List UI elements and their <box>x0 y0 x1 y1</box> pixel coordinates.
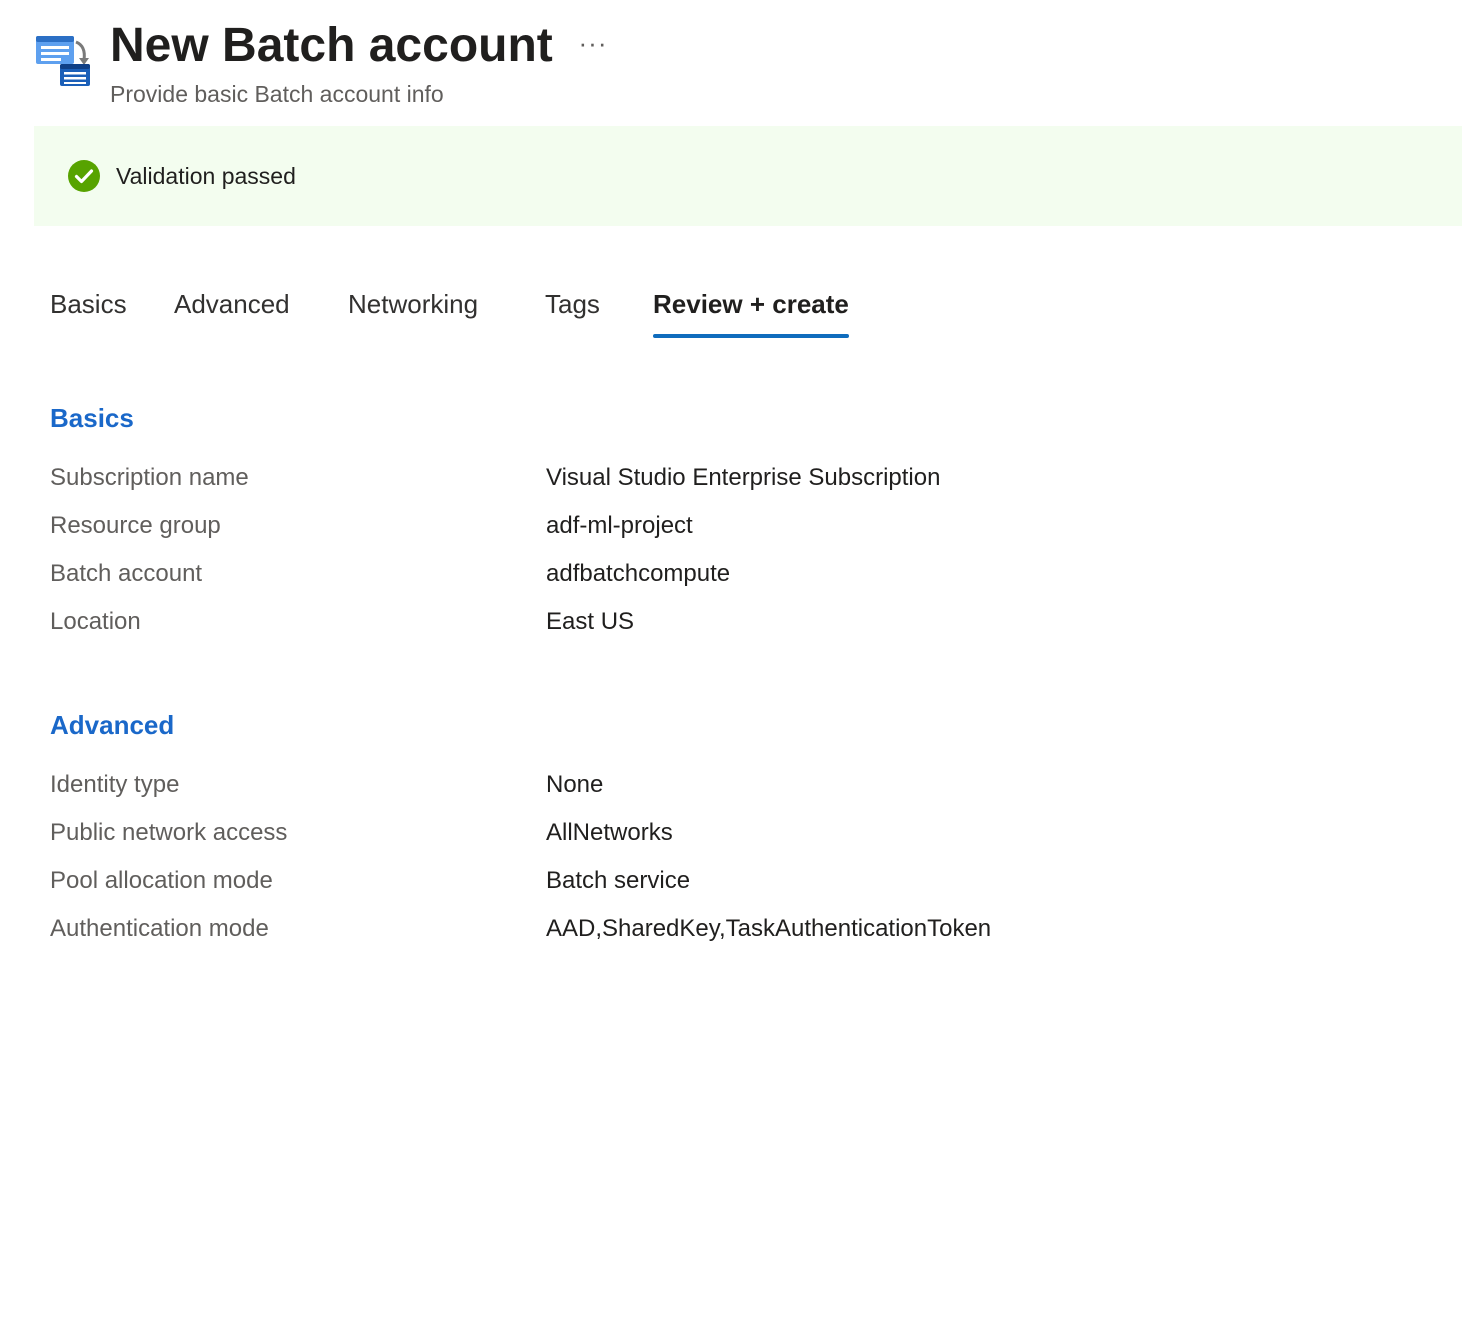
page-header: New Batch account ··· Provide basic Batc… <box>34 16 1434 116</box>
wizard-tabs: Basics Advanced Networking Tags Review +… <box>50 282 1050 342</box>
row-label: Subscription name <box>50 464 249 491</box>
row-label: Identity type <box>50 771 180 798</box>
summary-row: Location East US <box>50 606 1250 638</box>
row-value: AllNetworks <box>546 819 673 846</box>
tab-basics[interactable]: Basics <box>50 282 127 338</box>
row-value: AAD,SharedKey,TaskAuthenticationToken <box>546 915 992 942</box>
section-heading-advanced: Advanced <box>50 710 175 740</box>
summary-row: Resource group adf-ml-project <box>50 510 1250 542</box>
row-value: adf-ml-project <box>546 512 693 539</box>
row-value: Visual Studio Enterprise Subscription <box>546 464 941 491</box>
row-value: None <box>546 771 604 798</box>
more-options-button[interactable]: ··· <box>574 28 612 64</box>
summary-row: Subscription name Visual Studio Enterpri… <box>50 462 1250 494</box>
row-label: Location <box>50 608 141 635</box>
success-check-icon <box>68 160 100 192</box>
row-label: Authentication mode <box>50 915 269 942</box>
page-subtitle: Provide basic Batch account info <box>110 81 444 107</box>
batch-service-icon <box>34 32 92 88</box>
validation-banner: Validation passed <box>34 126 1462 226</box>
tab-networking[interactable]: Networking <box>348 282 478 338</box>
summary-row: Authentication mode AAD,SharedKey,TaskAu… <box>50 913 1250 945</box>
summary-row: Identity type None <box>50 769 1250 801</box>
section-heading-basics: Basics <box>50 403 134 433</box>
page-title: New Batch account <box>110 19 553 72</box>
batch-account-review-page: New Batch account ··· Provide basic Batc… <box>0 0 1462 1336</box>
row-value: adfbatchcompute <box>546 560 731 587</box>
summary-row: Batch account adfbatchcompute <box>50 558 1250 590</box>
row-label: Pool allocation mode <box>50 867 273 894</box>
summary-row: Public network access AllNetworks <box>50 817 1250 849</box>
row-label: Resource group <box>50 512 221 539</box>
row-label: Public network access <box>50 819 288 846</box>
row-label: Batch account <box>50 560 203 587</box>
tab-advanced[interactable]: Advanced <box>174 282 290 338</box>
tab-tags[interactable]: Tags <box>545 282 600 338</box>
tab-review-create[interactable]: Review + create <box>653 282 849 338</box>
row-value: East US <box>546 608 635 635</box>
validation-message: Validation passed <box>116 163 296 189</box>
row-value: Batch service <box>546 867 691 894</box>
summary-row: Pool allocation mode Batch service <box>50 865 1250 897</box>
